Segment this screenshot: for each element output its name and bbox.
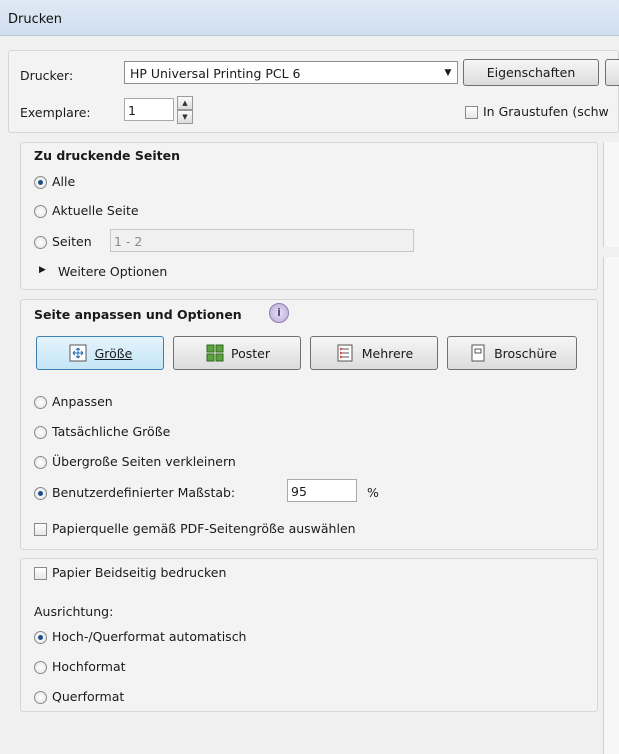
poster-icon <box>204 343 225 364</box>
paper-source-label: Papierquelle gemäß PDF-Seitengröße auswä… <box>52 521 356 536</box>
multiple-button[interactable]: Mehrere <box>310 336 438 370</box>
info-icon[interactable]: i <box>269 303 289 323</box>
custom-scale-input[interactable]: 95 <box>287 479 357 502</box>
spinner-down-icon[interactable]: ▼ <box>177 110 193 124</box>
label-landscape: Querformat <box>52 689 125 704</box>
label-portrait: Hochformat <box>52 659 126 674</box>
preview-area <box>603 257 619 754</box>
printer-label: Drucker: <box>20 68 74 83</box>
radio-shrink-oversized[interactable] <box>34 456 47 469</box>
printer-select[interactable]: HP Universal Printing PCL 6 ▼ <box>124 61 458 84</box>
radio-portrait[interactable] <box>34 661 47 674</box>
radio-orientation-auto[interactable] <box>34 631 47 644</box>
extra-button[interactable] <box>605 59 619 86</box>
label-custom-scale: Benutzerdefinierter Maßstab: <box>52 485 236 500</box>
copies-label: Exemplare: <box>20 105 91 120</box>
spinner-up-icon[interactable]: ▲ <box>177 96 193 110</box>
poster-button[interactable]: Poster <box>173 336 301 370</box>
radio-fit[interactable] <box>34 396 47 409</box>
label-fit: Anpassen <box>52 394 113 409</box>
grayscale-checkbox[interactable] <box>465 106 478 119</box>
label-all: Alle <box>52 174 76 189</box>
size-button[interactable]: Größe <box>36 336 164 370</box>
copies-input[interactable]: 1 <box>124 98 174 121</box>
paper-source-checkbox[interactable] <box>34 523 47 536</box>
chevron-down-icon: ▼ <box>444 67 452 78</box>
orientation-label: Ausrichtung: <box>34 604 114 619</box>
grayscale-label: In Graustufen (schw <box>483 104 609 119</box>
radio-current-page[interactable] <box>34 205 47 218</box>
window-title: Drucken <box>8 12 63 27</box>
label-pages: Seiten <box>52 234 92 249</box>
radio-all[interactable] <box>34 176 47 189</box>
booklet-button[interactable]: Broschüre <box>447 336 577 370</box>
more-options-link[interactable]: Weitere Optionen <box>58 264 167 279</box>
duplex-checkbox[interactable] <box>34 567 47 580</box>
title-bar: Drucken <box>0 0 619 36</box>
properties-button[interactable]: Eigenschaften <box>463 59 599 86</box>
radio-actual-size[interactable] <box>34 426 47 439</box>
duplex-label: Papier Beidseitig bedrucken <box>52 565 227 580</box>
label-shrink-oversized: Übergroße Seiten verkleinern <box>52 454 236 469</box>
label-current-page: Aktuelle Seite <box>52 203 139 218</box>
radio-pages[interactable] <box>34 236 47 249</box>
label-orientation-auto: Hoch-/Querformat automatisch <box>52 629 247 644</box>
preview-area-top <box>603 142 619 247</box>
copies-spinner[interactable]: ▲ ▼ <box>177 96 193 124</box>
radio-custom-scale[interactable] <box>34 487 47 500</box>
page-size-icon <box>68 343 89 364</box>
expand-arrow-icon[interactable]: ▶ <box>39 265 46 275</box>
booklet-icon <box>467 343 488 364</box>
printer-select-value: HP Universal Printing PCL 6 <box>130 66 301 81</box>
radio-landscape[interactable] <box>34 691 47 704</box>
label-actual-size: Tatsächliche Größe <box>52 424 171 439</box>
sizing-heading: Seite anpassen und Optionen <box>34 307 242 322</box>
multiple-pages-icon <box>335 343 356 364</box>
percent-label: % <box>367 485 379 500</box>
pages-range-input[interactable]: 1 - 2 <box>110 229 414 252</box>
pages-heading: Zu druckende Seiten <box>34 148 180 163</box>
